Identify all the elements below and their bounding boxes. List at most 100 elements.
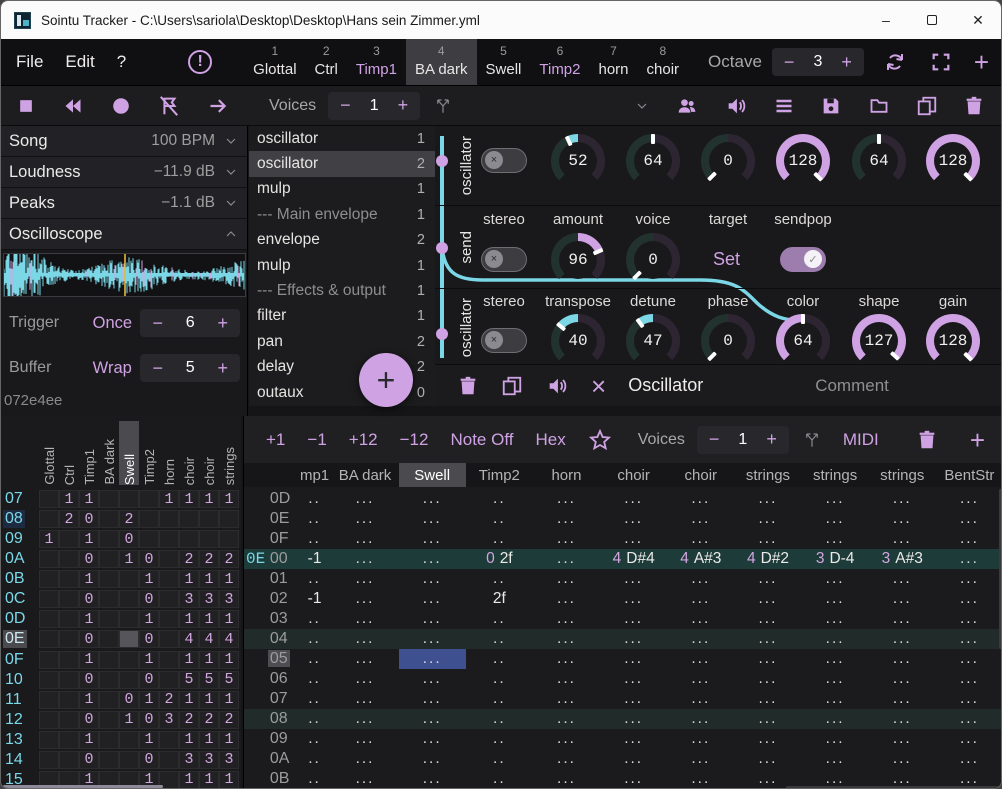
trigger-decrement-button[interactable]: − [140, 313, 175, 334]
pattern-cell[interactable]: ... [600, 629, 667, 649]
order-cell[interactable]: 0 [79, 510, 99, 528]
order-cell[interactable]: 0 [139, 590, 159, 608]
order-cell[interactable]: 1 [79, 691, 99, 709]
pattern-cell[interactable]: ... [734, 649, 801, 669]
pattern-track-header-choir[interactable]: choir [667, 463, 734, 487]
order-cell[interactable]: 3 [199, 590, 219, 608]
order-track-header-strings[interactable]: strings [219, 421, 239, 485]
knob-voice[interactable]: 0 [626, 233, 680, 287]
order-track-header-timp1[interactable]: Timp1 [79, 421, 99, 485]
load-instrument-icon[interactable] [867, 96, 891, 116]
order-cell[interactable]: 1 [179, 771, 199, 789]
knob-param[interactable]: 0 [701, 134, 755, 188]
pattern-cell[interactable]: ... [802, 509, 869, 529]
order-cell[interactable] [99, 751, 119, 769]
pattern-cell[interactable]: ... [869, 509, 936, 529]
pattern-cell[interactable]: ... [734, 749, 801, 769]
order-cell[interactable] [99, 530, 119, 548]
order-cell[interactable]: 1 [139, 731, 159, 749]
order-cell[interactable]: 1 [199, 570, 219, 588]
unit-list-item-mulp[interactable]: mulp1 [249, 177, 435, 202]
pattern-cell[interactable]: ... [399, 529, 466, 549]
pattern-cell[interactable]: ... [600, 589, 667, 609]
order-cell[interactable]: 1 [199, 490, 219, 508]
pattern-cell[interactable]: ... [869, 529, 936, 549]
pattern-cell[interactable]: ... [869, 609, 936, 629]
pattern-cell[interactable]: .. [466, 509, 533, 529]
order-cell[interactable] [39, 490, 59, 508]
order-cell[interactable] [119, 751, 139, 769]
order-cell[interactable] [99, 731, 119, 749]
knob-transpose[interactable]: 40 [551, 314, 605, 366]
song-setting-song[interactable]: Song100 BPM [1, 126, 247, 157]
order-cell[interactable] [39, 610, 59, 628]
pattern-cell[interactable]: ... [600, 649, 667, 669]
order-cell[interactable]: 1 [79, 610, 99, 628]
pattern-cell[interactable]: .. [298, 689, 332, 709]
pattern-cell[interactable]: ... [331, 489, 398, 509]
pattern-cell[interactable]: ... [533, 769, 600, 789]
order-cell[interactable]: 1 [219, 490, 239, 508]
pattern-track-header-bentstr[interactable]: BentStr [936, 463, 1002, 487]
unit-list-item-Main-envelope[interactable]: --- Main envelope1 [249, 202, 435, 227]
order-cell[interactable]: 1 [179, 651, 199, 669]
pattern-cell[interactable]: ... [667, 609, 734, 629]
copy-instrument-icon[interactable] [916, 95, 938, 117]
pattern-cell[interactable]: ... [869, 709, 936, 729]
pattern-cell[interactable]: .. [298, 749, 332, 769]
pattern-cell[interactable]: ... [734, 729, 801, 749]
order-cell[interactable]: 1 [139, 691, 159, 709]
pattern-cell[interactable]: ... [600, 689, 667, 709]
octave-increment-button[interactable]: + [829, 52, 864, 73]
pattern-cell[interactable]: ... [734, 489, 801, 509]
pattern-cell[interactable]: ... [533, 729, 600, 749]
pattern-cell[interactable]: ... [533, 629, 600, 649]
order-list-scrollbar[interactable] [3, 785, 163, 788]
order-cell[interactable]: 2 [199, 711, 219, 729]
pattern-cell[interactable]: 3A#3 [869, 549, 936, 569]
order-cell[interactable]: 1 [39, 530, 59, 548]
order-cell[interactable]: 1 [159, 490, 179, 508]
pattern-cell[interactable]: ... [936, 729, 1002, 749]
pattern-cell[interactable]: ... [734, 709, 801, 729]
pattern-cell[interactable]: ... [734, 509, 801, 529]
pattern-cell[interactable]: .. [466, 529, 533, 549]
knob-detune[interactable]: 47 [626, 314, 680, 366]
rewind-icon[interactable] [61, 96, 85, 116]
order-cell[interactable]: 1 [219, 570, 239, 588]
order-cell[interactable]: 1 [79, 490, 99, 508]
order-cell[interactable] [59, 570, 79, 588]
pattern-cell[interactable]: ... [533, 589, 600, 609]
order-cell[interactable]: 0 [139, 671, 159, 689]
pattern-cell[interactable]: ... [734, 569, 801, 589]
pattern-cell[interactable]: ... [936, 689, 1002, 709]
order-cell[interactable] [39, 510, 59, 528]
pattern-cell[interactable]: ... [399, 689, 466, 709]
pattern-cell[interactable]: .. [298, 489, 332, 509]
order-cell[interactable] [59, 691, 79, 709]
pattern-cell[interactable]: .. [298, 529, 332, 549]
pattern-cell[interactable]: ... [869, 749, 936, 769]
pattern-cell[interactable]: ... [331, 509, 398, 529]
pattern-cell[interactable]: ... [802, 689, 869, 709]
pattern-cell[interactable]: ... [331, 689, 398, 709]
pattern-cell[interactable]: .. [466, 709, 533, 729]
pattern-cell[interactable]: ... [734, 589, 801, 609]
pattern-track-header-strings[interactable]: strings [802, 463, 869, 487]
order-cell[interactable] [39, 731, 59, 749]
unit-speaker-icon[interactable] [545, 375, 569, 397]
order-track-header-glottal[interactable]: Glottal [39, 421, 59, 485]
order-cell[interactable] [39, 711, 59, 729]
pattern-cell[interactable]: ... [936, 549, 1002, 569]
pattern-cell[interactable]: ... [399, 509, 466, 529]
order-track-header-timp2[interactable]: Timp2 [139, 421, 159, 485]
order-cell[interactable]: 0 [79, 550, 99, 568]
pattern-cell[interactable]: ... [667, 729, 734, 749]
pattern-cell[interactable]: ... [869, 489, 936, 509]
order-cell[interactable] [119, 671, 139, 689]
pattern-track-header-horn[interactable]: horn [533, 463, 600, 487]
pattern-cell[interactable]: ... [399, 569, 466, 589]
pattern-cell[interactable]: 4D#4 [600, 549, 667, 569]
pattern-cell[interactable]: ... [399, 589, 466, 609]
order-cell[interactable] [99, 671, 119, 689]
